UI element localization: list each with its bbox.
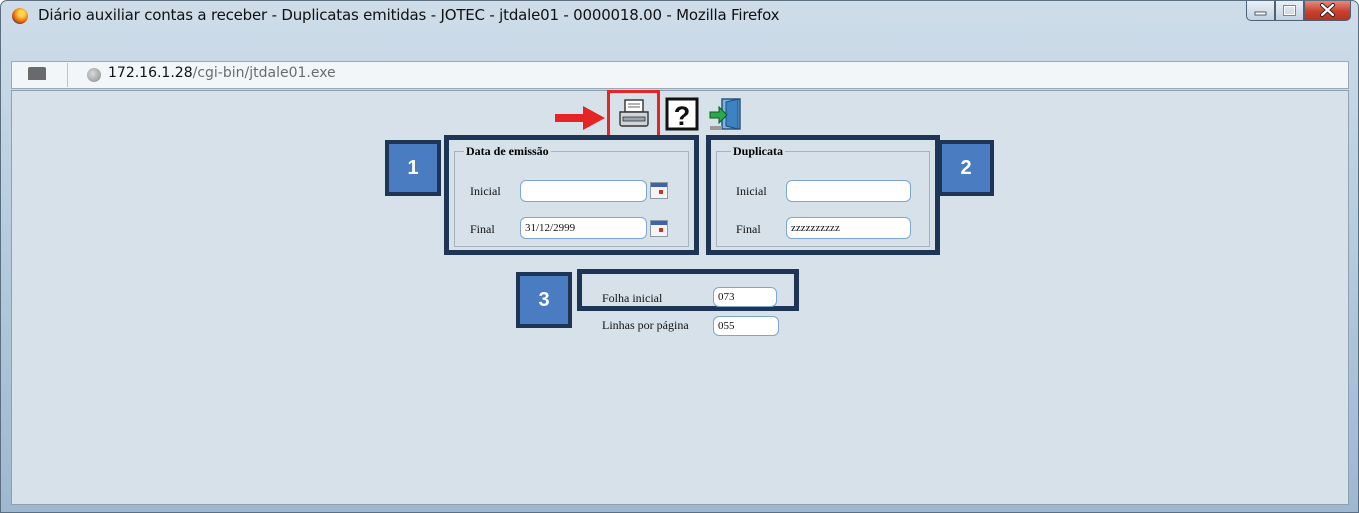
address-separator	[67, 63, 69, 87]
globe-icon	[87, 68, 101, 82]
calendar-icon[interactable]	[650, 182, 668, 199]
calendar-icon[interactable]	[650, 220, 668, 237]
minimize-icon	[1254, 11, 1267, 16]
badge-3: 3	[516, 272, 572, 328]
exit-icon[interactable]	[708, 96, 744, 132]
window-controls	[1246, 1, 1351, 22]
maximize-icon	[1283, 5, 1296, 16]
svg-text:?: ?	[674, 101, 691, 131]
linhas-por-pagina-input[interactable]: 055	[713, 316, 779, 336]
data-emissao-inicial-label: Inicial	[470, 184, 501, 198]
window-title: Diário auxiliar contas a receber - Dupli…	[38, 6, 780, 24]
printer-icon[interactable]	[616, 96, 652, 132]
close-icon	[1320, 3, 1335, 17]
url-host: 172.16.1.28	[108, 65, 193, 81]
data-emissao-final-label: Final	[470, 222, 495, 236]
duplicata-final-input[interactable]: zzzzzzzzzz	[786, 217, 911, 239]
minimize-button[interactable]	[1246, 1, 1275, 21]
url-field[interactable]: 172.16.1.28/cgi-bin/jtdale01.exe	[108, 65, 336, 81]
badge-1: 1	[385, 140, 441, 196]
data-emissao-final-input[interactable]: 31/12/2999	[520, 217, 647, 239]
badge-2: 2	[938, 140, 994, 196]
folha-inicial-label: Folha inicial	[602, 291, 663, 305]
tab-groups-icon[interactable]	[28, 67, 46, 80]
arrow-right-icon	[555, 106, 605, 130]
help-icon[interactable]: ?	[664, 96, 700, 132]
data-emissao-legend: Data de emissão	[464, 144, 551, 159]
firefox-icon	[12, 8, 28, 24]
duplicata-final-label: Final	[736, 222, 761, 236]
url-path: /cgi-bin/jtdale01.exe	[192, 65, 336, 81]
folha-inicial-input[interactable]: 073	[713, 287, 777, 307]
duplicata-inicial-label: Inicial	[736, 184, 767, 198]
duplicata-inicial-input[interactable]	[786, 180, 911, 202]
linhas-por-pagina-label: Linhas por página	[602, 318, 689, 332]
browser-window: Diário auxiliar contas a receber - Dupli…	[0, 0, 1359, 513]
duplicata-legend: Duplicata	[731, 144, 786, 159]
maximize-button[interactable]	[1275, 1, 1304, 21]
close-button[interactable]	[1304, 1, 1351, 21]
title-bar: Diário auxiliar contas a receber - Dupli…	[1, 1, 1358, 31]
data-emissao-inicial-input[interactable]	[520, 180, 647, 202]
